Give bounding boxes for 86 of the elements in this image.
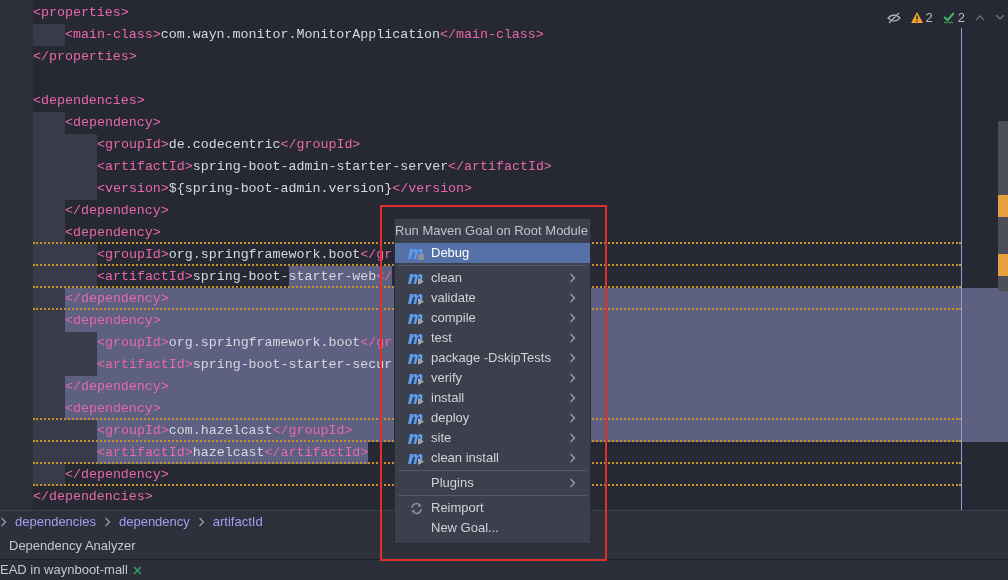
- xml-text: com.hazelcast: [168, 422, 273, 441]
- indent-guide: [33, 310, 65, 332]
- xml-tag: </properties>: [33, 47, 137, 67]
- xml-tag: <groupId>: [97, 333, 169, 353]
- menu-item[interactable]: site: [395, 428, 590, 448]
- menu-item[interactable]: Reimport: [395, 498, 590, 518]
- menu-item[interactable]: test: [395, 328, 590, 348]
- submenu-chevron-icon: [569, 478, 576, 488]
- xml-text: ${spring-boot-admin.version}: [168, 180, 393, 199]
- warning-marker: [998, 254, 1008, 276]
- warning-marker: [998, 195, 1008, 217]
- xml-text: de.codecentric: [168, 136, 281, 155]
- warning-count: 2: [925, 9, 933, 27]
- indent-guide: [65, 420, 97, 442]
- xml-tag: <groupId>: [97, 245, 169, 265]
- breadcrumb-item[interactable]: dependencies: [15, 512, 96, 532]
- up-chevron-icon[interactable]: [975, 14, 985, 22]
- xml-tag: </artifactId>: [264, 442, 369, 464]
- xml-tag: <main-class>: [65, 25, 161, 45]
- breadcrumb-item[interactable]: artifactId: [212, 512, 263, 532]
- indent-guide: [33, 266, 65, 288]
- check-icon[interactable]: [942, 11, 955, 24]
- indent-guide: [65, 266, 97, 288]
- xml-text: spring-boot-admin-starter-server: [192, 158, 449, 177]
- menu-item[interactable]: install: [395, 388, 590, 408]
- warning-icon[interactable]: [910, 12, 923, 24]
- menu-title: Run Maven Goal on Root Module: [395, 222, 589, 241]
- menu-item[interactable]: validate: [395, 288, 590, 308]
- menu-item[interactable]: deploy: [395, 408, 590, 428]
- indent-guide: [65, 244, 97, 266]
- xml-tag: <dependencies>: [33, 91, 145, 111]
- menu-item[interactable]: clean install: [395, 448, 590, 468]
- close-icon[interactable]: [132, 565, 142, 575]
- tool-window-title[interactable]: Dependency Analyzer: [9, 536, 136, 556]
- refresh-icon: [409, 501, 423, 515]
- breadcrumb-item[interactable]: dependency: [118, 512, 190, 532]
- xml-tag: <version>: [97, 179, 169, 199]
- xml-tag: </dependency>: [65, 465, 169, 485]
- indent-guide: [33, 464, 65, 486]
- hidden-eye-icon[interactable]: [886, 11, 901, 24]
- menu-item[interactable]: clean: [395, 268, 590, 288]
- xml-tag: <dependency>: [65, 223, 161, 243]
- xml-tag: <artifactId>: [97, 157, 193, 177]
- xml-tag: <dependency>: [65, 311, 161, 331]
- menu-item[interactable]: New Goal...: [395, 518, 590, 538]
- xml-text: com.wayn.monitor.MonitorApplication: [160, 26, 441, 45]
- down-chevron-icon[interactable]: [995, 14, 1005, 22]
- menu-item[interactable]: Plugins: [395, 473, 590, 493]
- xml-tag: <groupId>: [97, 135, 169, 155]
- menu-item[interactable]: verify: [395, 368, 590, 388]
- menu-item[interactable]: Debug: [395, 243, 590, 263]
- indent-guide: [33, 288, 65, 310]
- xml-tag: <properties>: [33, 3, 129, 23]
- xml-tag: <artifactId>: [97, 355, 193, 375]
- menu-item[interactable]: compile: [395, 308, 590, 328]
- xml-text: starter-web: [288, 266, 377, 288]
- breadcrumb-chevron-icon: [103, 517, 111, 527]
- xml-tag: <dependency>: [65, 399, 161, 419]
- xml-tag: </groupId>: [280, 135, 361, 155]
- xml-tag: <dependency>: [65, 113, 161, 133]
- xml-text: org.springframework.boot: [168, 334, 361, 353]
- indent-guide: [33, 244, 65, 266]
- xml-tag: </dependencies>: [33, 487, 153, 507]
- xml-tag: <artifactId>: [97, 267, 193, 287]
- xml-tag: </artifactId>: [448, 157, 552, 177]
- xml-tag: <groupId>: [97, 421, 169, 441]
- xml-tag: </dependency>: [65, 289, 169, 309]
- xml-text: hazelcast: [192, 442, 265, 464]
- xml-text: org.springframework.boot: [168, 246, 361, 265]
- xml-tag: </dependency>: [65, 377, 169, 397]
- indent-guide: [33, 442, 65, 464]
- indent-guide: [33, 222, 65, 244]
- xml-text: spring-boot-: [192, 268, 289, 287]
- xml-tag: </version>: [392, 179, 473, 199]
- weak-warning-count: 2: [957, 9, 965, 27]
- indent-guide: [65, 442, 97, 464]
- indent-guide: [33, 398, 65, 420]
- xml-tag: <artifactId>: [97, 442, 193, 464]
- indent-guide: [33, 420, 65, 442]
- breadcrumb-chevron-icon: [197, 517, 205, 527]
- menu-item[interactable]: package -DskipTests: [395, 348, 590, 368]
- xml-tag: </dependency>: [65, 201, 169, 221]
- breadcrumb-chevron-icon: [0, 517, 7, 527]
- xml-tag: </main-class>: [440, 25, 544, 45]
- status-text: EAD in waynboot-mall: [0, 561, 128, 580]
- xml-tag: </groupId>: [272, 421, 353, 441]
